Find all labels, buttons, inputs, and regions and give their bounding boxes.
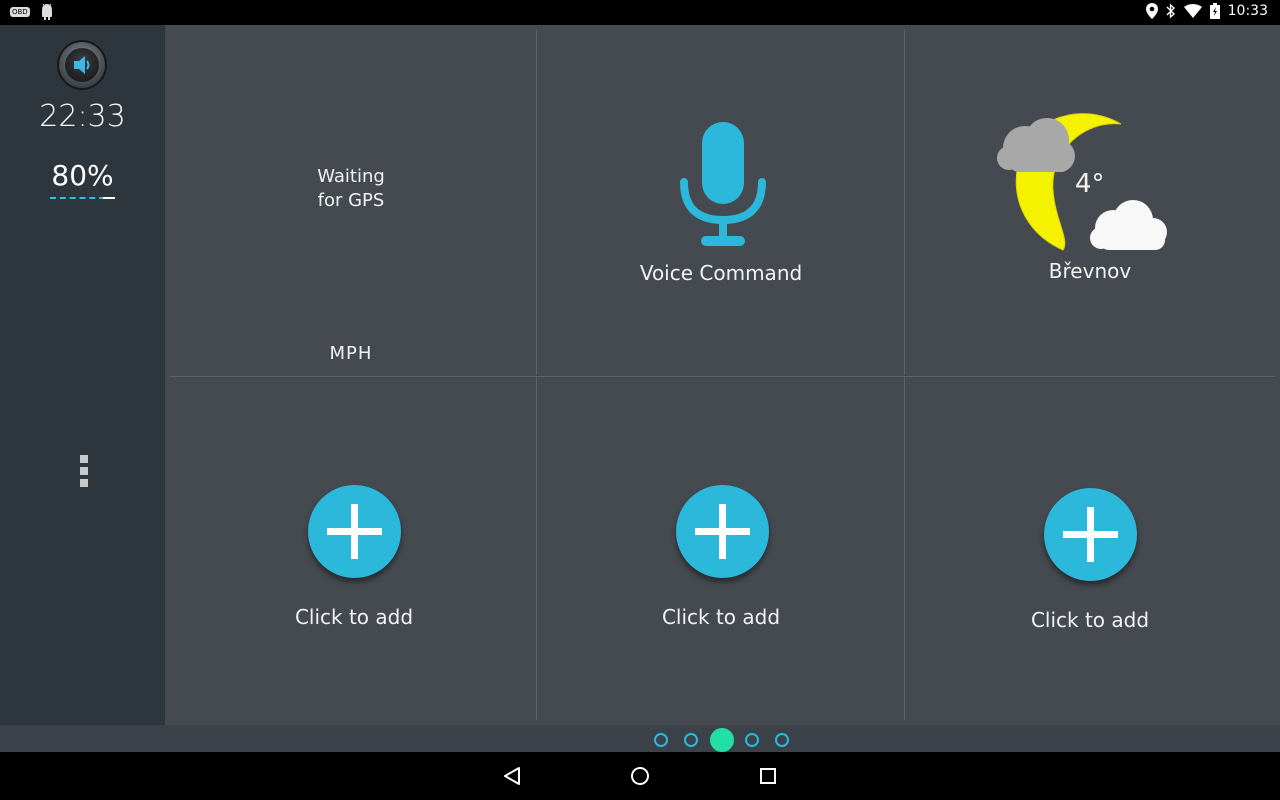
battery-level-bar	[50, 197, 115, 199]
sidebar-clock: 22:33	[39, 99, 126, 134]
battery-icon	[1209, 3, 1220, 19]
home-icon[interactable]	[628, 764, 652, 788]
page-dot-3-active[interactable]	[710, 728, 734, 752]
speed-unit: MPH	[329, 343, 373, 364]
battery-percentage[interactable]: 80%	[0, 159, 165, 192]
volume-button[interactable]	[57, 40, 107, 90]
status-bar: OBD 10:33	[0, 0, 1280, 25]
weather-location: Břevnov	[1048, 259, 1132, 283]
add-widget-tile-3[interactable]: Click to add	[905, 377, 1280, 720]
more-vert-icon[interactable]	[76, 455, 94, 495]
page-dot-4[interactable]	[745, 733, 759, 747]
page-dot-1[interactable]	[654, 733, 668, 747]
obd-notification-icon: OBD	[10, 7, 30, 17]
android-icon	[41, 4, 52, 20]
speaker-icon	[74, 56, 90, 74]
speedometer-tile[interactable]: Waiting for GPS MPH	[165, 25, 536, 376]
page-dot-5[interactable]	[775, 733, 789, 747]
page-dot-2[interactable]	[684, 733, 698, 747]
add-widget-button[interactable]	[676, 485, 769, 578]
voice-command-tile[interactable]: Voice Command	[537, 25, 904, 376]
wifi-icon	[1183, 4, 1202, 18]
microphone-icon	[680, 122, 766, 246]
add-widget-button[interactable]	[308, 485, 401, 578]
back-icon[interactable]	[500, 764, 524, 788]
add-widget-tile-2[interactable]: Click to add	[537, 377, 904, 720]
location-icon	[1145, 3, 1158, 19]
sidebar: 22:33 80%	[0, 25, 165, 725]
add-widget-tile-1[interactable]: Click to add	[165, 377, 536, 720]
gps-status: Waiting for GPS	[317, 166, 385, 211]
status-time: 10:33	[1227, 3, 1268, 19]
navigation-bar	[0, 752, 1280, 800]
voice-command-label: Voice Command	[639, 261, 803, 285]
widget-grid: Waiting for GPS MPH Voice Command 4° Bře…	[165, 25, 1280, 725]
add-widget-label: Click to add	[661, 605, 781, 629]
add-widget-button[interactable]	[1044, 488, 1137, 581]
bluetooth-icon	[1166, 3, 1175, 19]
page-indicator	[165, 725, 1280, 752]
add-widget-label: Click to add	[294, 605, 414, 629]
weather-temperature: 4°	[1075, 169, 1105, 199]
add-widget-label: Click to add	[1030, 608, 1150, 632]
recents-icon[interactable]	[756, 764, 780, 788]
weather-tile[interactable]: 4° Břevnov	[905, 25, 1280, 376]
